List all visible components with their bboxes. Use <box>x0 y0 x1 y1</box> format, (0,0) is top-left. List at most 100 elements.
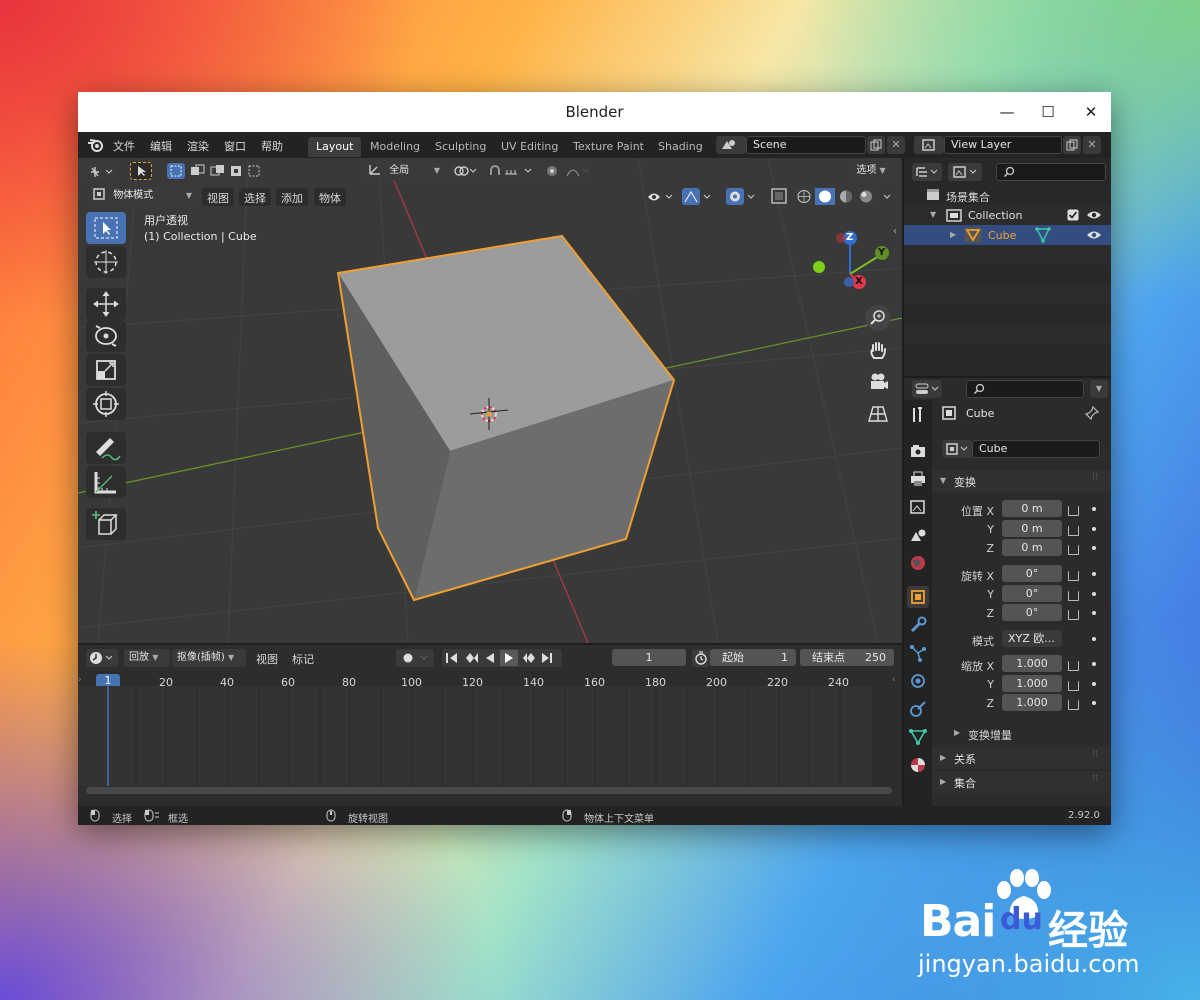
transform-orientation-dropdown[interactable]: 全局 ▼ <box>364 162 444 180</box>
keyframe-dot-icon[interactable] <box>1092 682 1096 686</box>
delete-scene-icon[interactable]: ✕ <box>887 136 905 154</box>
select-mode-button[interactable] <box>130 162 152 180</box>
3d-viewport[interactable]: Z Y X 全局 ▼ 选项 ▼ 物体模式 ▼ 视图 选择 添加 物体 用户透视 … <box>78 158 902 643</box>
tab-scene[interactable] <box>907 524 929 546</box>
scale-z-field[interactable]: 1.000 <box>1002 694 1062 711</box>
playback-dropdown[interactable]: 回放 ▼ <box>124 649 170 667</box>
minimize-button[interactable]: — <box>993 100 1021 124</box>
current-frame-field[interactable]: 1 <box>612 649 686 666</box>
drag-handle-icon[interactable]: ⁝⁝ <box>1092 773 1098 784</box>
menu-select[interactable]: 选择 <box>239 188 271 206</box>
menu-view[interactable]: 视图 <box>202 188 234 206</box>
tab-material[interactable] <box>907 754 929 776</box>
new-scene-button[interactable] <box>867 136 885 154</box>
checkbox-icon[interactable] <box>1067 209 1079 221</box>
keyframe-dot-icon[interactable] <box>1092 546 1096 550</box>
options-dropdown[interactable]: 选项 ▼ <box>848 162 894 180</box>
tool-select-box[interactable] <box>86 212 126 244</box>
tab-tool[interactable] <box>907 404 929 426</box>
tool-scale[interactable] <box>86 354 126 386</box>
keyframe-dot-icon[interactable] <box>1092 527 1096 531</box>
tab-render[interactable] <box>907 440 929 462</box>
tab-view-layer[interactable] <box>907 496 929 518</box>
delta-transform-subpanel[interactable]: ▶ 变换增量 <box>932 723 1111 743</box>
transform-section-header[interactable]: ▼ 变换 ⁝⁝ <box>932 470 1111 492</box>
lock-icon[interactable] <box>1068 681 1079 691</box>
menu-edit[interactable]: 编辑 <box>150 138 172 154</box>
outliner-row-scene-collection[interactable]: 场景集合 <box>904 185 1111 205</box>
scale-x-field[interactable]: 1.000 <box>1002 655 1062 672</box>
new-view-layer-button[interactable] <box>1063 136 1081 154</box>
frame-ruler[interactable]: 1 20 40 60 80 100 120 140 160 180 200 22… <box>78 671 902 689</box>
start-frame-field[interactable]: 起始 1 <box>710 649 796 666</box>
lock-icon[interactable] <box>1068 610 1079 620</box>
tab-texture-paint[interactable]: Texture Paint <box>565 137 652 157</box>
tool-cursor[interactable] <box>86 246 126 278</box>
relations-section-header[interactable]: ▶ 关系 ⁝⁝ <box>932 747 1111 769</box>
lock-icon[interactable] <box>1068 545 1079 555</box>
view-layer-name-field[interactable]: View Layer <box>944 136 1062 154</box>
location-z-field[interactable]: 0 m <box>1002 539 1062 556</box>
scale-y-field[interactable]: 1.000 <box>1002 675 1062 692</box>
menu-file[interactable]: 文件 <box>113 138 135 154</box>
tool-add-cube[interactable] <box>86 508 126 540</box>
camera-view-button[interactable] <box>865 369 891 395</box>
proportional-edit-button[interactable] <box>544 162 592 180</box>
timeline-region-toggle-icon[interactable]: ‹ <box>892 675 896 685</box>
eye-icon[interactable] <box>1086 229 1102 241</box>
delete-view-layer-icon[interactable]: ✕ <box>1083 136 1101 154</box>
keyframe-dot-icon[interactable] <box>1092 637 1096 641</box>
drag-handle-icon[interactable]: ⁝⁝ <box>1092 472 1098 483</box>
pivot-point-button[interactable] <box>450 162 480 180</box>
scene-selector-button[interactable] <box>716 136 746 154</box>
auto-keying-button[interactable] <box>396 649 434 667</box>
snap-button[interactable] <box>486 162 538 180</box>
keying-dropdown[interactable]: 抠像(插帧) ▼ <box>172 649 246 667</box>
menu-render[interactable]: 渲染 <box>187 138 209 154</box>
gizmo-z-label[interactable]: Z <box>846 232 853 243</box>
close-button[interactable]: ✕ <box>1077 100 1105 124</box>
tab-object-data[interactable] <box>907 726 929 748</box>
tool-transform[interactable] <box>86 388 126 420</box>
timeline-sidebar-toggle-icon[interactable]: › <box>78 675 82 685</box>
expand-arrow-icon[interactable]: ▶ <box>950 230 956 239</box>
blender-logo-icon[interactable] <box>87 137 105 153</box>
properties-search-input[interactable] <box>966 380 1084 398</box>
pan-button[interactable] <box>865 337 891 363</box>
sidebar-toggle-icon[interactable]: ‹ <box>893 226 897 237</box>
shading-controls[interactable] <box>644 187 898 207</box>
drag-handle-icon[interactable]: ⁝⁝ <box>1092 749 1098 760</box>
tool-move[interactable] <box>86 288 126 320</box>
tab-world[interactable] <box>907 552 929 574</box>
menu-help[interactable]: 帮助 <box>261 138 283 154</box>
timeline-menu-marker[interactable]: 标记 <box>292 651 314 667</box>
location-y-field[interactable]: 0 m <box>1002 520 1062 537</box>
timeline-menu-view[interactable]: 视图 <box>256 651 278 667</box>
timeline-track-area[interactable] <box>78 686 902 786</box>
keyframe-dot-icon[interactable] <box>1092 611 1096 615</box>
perspective-toggle-button[interactable] <box>865 401 891 427</box>
rotation-y-field[interactable]: 0° <box>1002 585 1062 602</box>
tab-particles[interactable] <box>907 642 929 664</box>
tool-measure[interactable] <box>86 466 126 498</box>
tab-constraints[interactable] <box>907 698 929 720</box>
view-layer-selector-button[interactable] <box>914 136 944 154</box>
tool-rotate[interactable] <box>86 320 126 352</box>
gizmo-x-label[interactable]: X <box>855 276 863 287</box>
lock-icon[interactable] <box>1068 700 1079 710</box>
playback-buttons-icons[interactable] <box>442 649 562 667</box>
keyframe-dot-icon[interactable] <box>1092 592 1096 596</box>
lock-icon[interactable] <box>1068 526 1079 536</box>
tab-physics[interactable] <box>907 670 929 692</box>
outliner-row-cube[interactable]: ▶ Cube <box>904 225 1111 245</box>
tab-modifiers[interactable] <box>907 614 929 636</box>
lock-icon[interactable] <box>1068 506 1079 516</box>
keyframe-dot-icon[interactable] <box>1092 701 1096 705</box>
object-mode-dropdown[interactable]: 物体模式 ▼ <box>88 187 196 205</box>
gizmo-y-label[interactable]: Y <box>878 247 885 258</box>
outliner-search-input[interactable] <box>996 163 1106 181</box>
properties-editor-type-button[interactable] <box>912 380 942 398</box>
location-x-field[interactable]: 0 m <box>1002 500 1062 517</box>
mesh-data-icon[interactable] <box>1035 227 1051 243</box>
keyframe-dot-icon[interactable] <box>1092 662 1096 666</box>
